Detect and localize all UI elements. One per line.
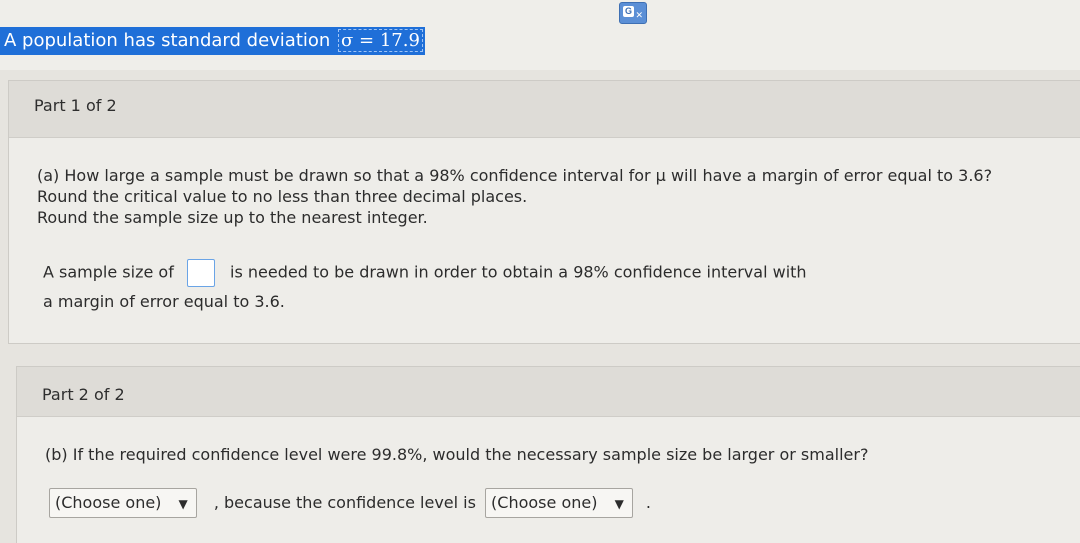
translate-x-glyph: ✕ [635, 11, 643, 21]
part-2-label: Part 2 of 2 [42, 385, 125, 404]
part-2-question: (b) If the required confidence level wer… [45, 445, 869, 464]
banner-text: A population has standard deviation [4, 30, 331, 51]
middle-text: , because the confidence level is [213, 492, 476, 512]
question-line-1: (a) How large a sample must be drawn so … [37, 166, 993, 185]
end-text: . [645, 492, 651, 512]
answer-line-2: a margin of error equal to 3.6. [43, 292, 285, 311]
dropdown-arrow-icon: ▼ [614, 497, 624, 511]
sigma-value: σ = 17.9 [338, 29, 423, 52]
part-1-label: Part 1 of 2 [34, 96, 117, 115]
translate-icon[interactable]: G ✕ [619, 2, 647, 24]
dropdown-arrow-icon: ▼ [178, 497, 188, 511]
larger-smaller-select[interactable]: (Choose one) ▼ [49, 488, 197, 518]
part-1-panel: Part 1 of 2 (a) How large a sample must … [8, 80, 1080, 344]
sample-size-input[interactable] [186, 259, 215, 287]
answer-suffix: is needed to be drawn in order to obtain… [230, 262, 807, 282]
select-2-label: (Choose one) [491, 493, 598, 512]
translate-g-glyph: G [623, 6, 634, 17]
higher-lower-select[interactable]: (Choose one) ▼ [485, 488, 633, 518]
part-2-panel: Part 2 of 2 (b) If the required confiden… [16, 366, 1080, 543]
part-2-header: Part 2 of 2 [17, 367, 1080, 417]
answer-line: A sample size of is needed to be drawn i… [43, 259, 807, 287]
part-2-answer-line: (Choose one) ▼ , because the confidence … [49, 488, 651, 520]
part-1-header: Part 1 of 2 [9, 81, 1080, 138]
question-line-3: Round the sample size up to the nearest … [37, 208, 428, 227]
select-1-label: (Choose one) [55, 493, 162, 512]
problem-banner: A population has standard deviation σ = … [0, 27, 425, 55]
question-line-2: Round the critical value to no less than… [37, 187, 528, 206]
answer-prefix: A sample size of [43, 262, 174, 282]
part-1-question: (a) How large a sample must be drawn so … [37, 165, 1077, 228]
